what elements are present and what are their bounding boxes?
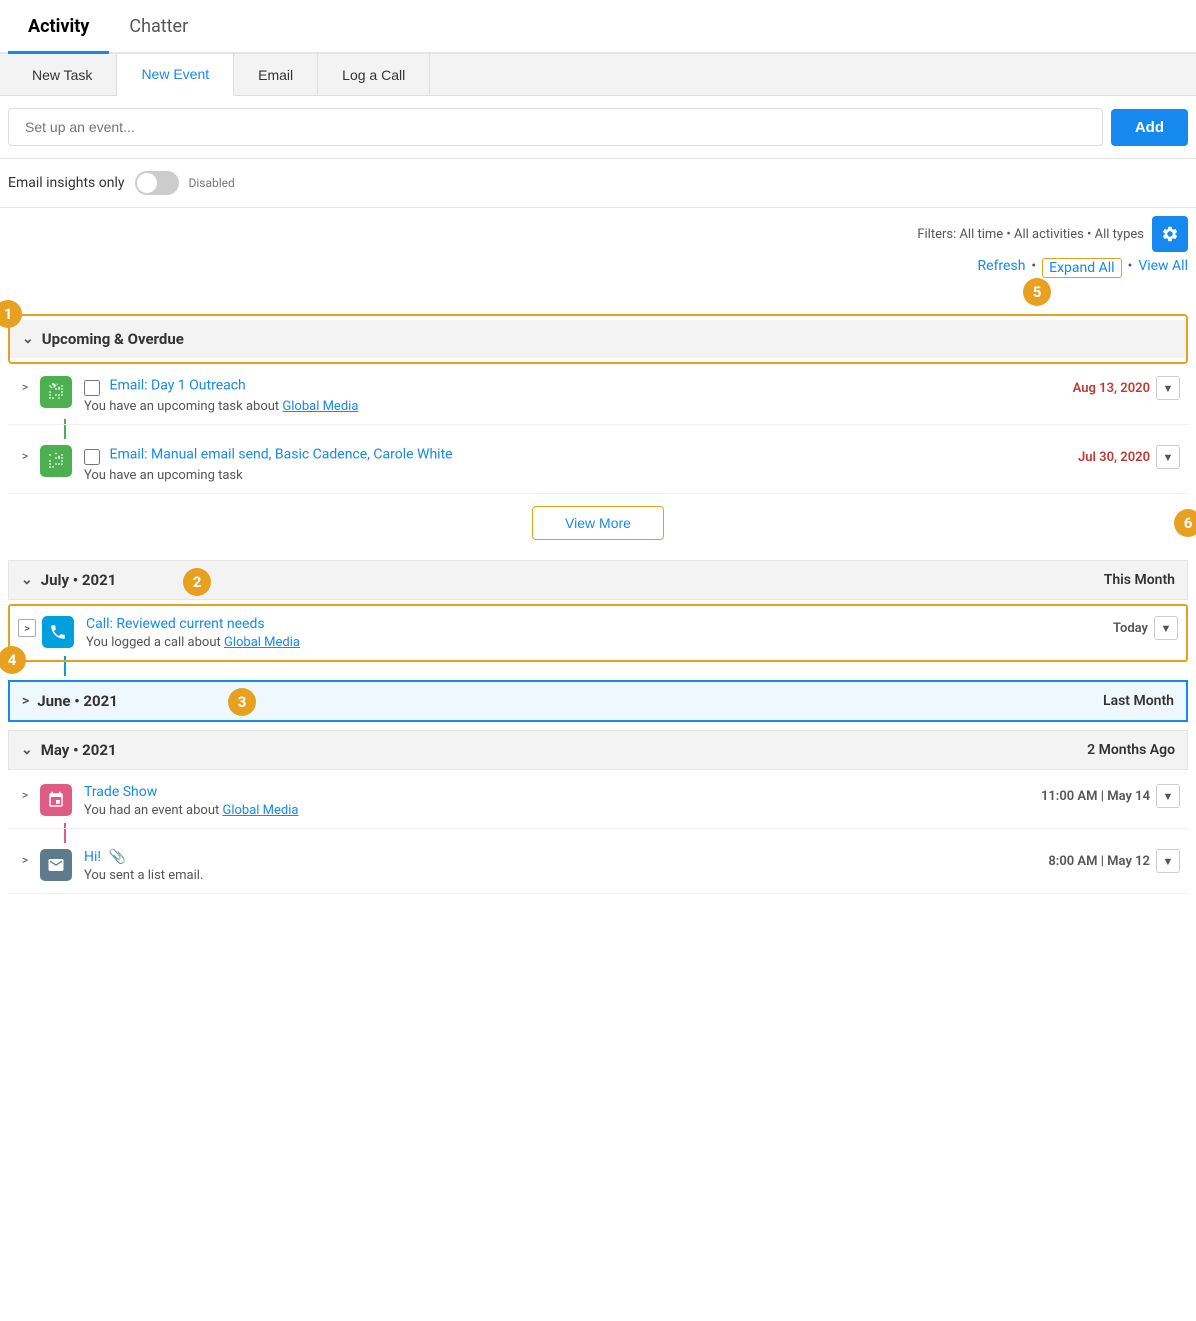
item-title-call[interactable]: Call: Reviewed current needs xyxy=(86,616,265,632)
global-media-link-tradeshow[interactable]: Global Media xyxy=(222,803,298,818)
dropdown-arrow-call[interactable]: ▼ xyxy=(1154,616,1178,640)
tab-chatter[interactable]: Chatter xyxy=(109,0,208,54)
view-all-link[interactable]: View All xyxy=(1138,258,1188,278)
action-tab-new-event[interactable]: New Event xyxy=(117,54,234,96)
item-date-tradeshow: 11:00 AM | May 14 xyxy=(1041,789,1150,804)
item-expand-hi[interactable]: > xyxy=(16,851,34,869)
toggle-row: Email insights only Disabled xyxy=(0,159,1196,208)
tab-activity[interactable]: Activity xyxy=(8,0,109,54)
annotation-5: 5 xyxy=(1023,278,1051,306)
item-desc-1: You have an upcoming task about Global M… xyxy=(84,399,1073,414)
upcoming-section-header[interactable]: ⌄ Upcoming & Overdue xyxy=(10,320,1186,358)
search-row: Add xyxy=(0,96,1196,159)
action-tab-log-call[interactable]: Log a Call xyxy=(318,54,430,95)
activity-item-email-manual: > Email: Manual email send, Basic Cadenc… xyxy=(8,435,1188,494)
refresh-link[interactable]: Refresh xyxy=(978,258,1026,278)
item-desc-call: You logged a call about Global Media xyxy=(86,635,1113,650)
item-expand-tradeshow[interactable]: > xyxy=(16,786,34,804)
event-icon-tradeshow xyxy=(40,784,72,816)
action-tab-new-task[interactable]: New Task xyxy=(8,54,117,95)
item-title-hi[interactable]: Hi! xyxy=(84,849,101,865)
item-title-email-manual[interactable]: Email: Manual email send, Basic Cadence,… xyxy=(109,447,452,463)
activity-item-hi: > Hi! 📎 You sent a list email. 8:00 AM |… xyxy=(8,839,1188,894)
filters-text: Filters: All time • All activities • All… xyxy=(917,227,1144,242)
task-icon-2 xyxy=(40,445,72,477)
filters-row: Filters: All time • All activities • All… xyxy=(0,208,1196,256)
actions-row: Refresh • Expand All • View All 5 xyxy=(0,256,1196,286)
expand-all-link[interactable]: Expand All xyxy=(1042,258,1121,278)
add-button[interactable]: Add xyxy=(1111,109,1188,146)
july-section-header[interactable]: ⌄ July • 2021 This Month xyxy=(8,560,1188,600)
item-desc-hi: You sent a list email. xyxy=(84,868,1048,883)
task-checkbox-2[interactable] xyxy=(84,449,100,465)
may-section-right: 2 Months Ago xyxy=(1087,742,1175,758)
global-media-link-1[interactable]: Global Media xyxy=(282,399,358,414)
item-date-1: Aug 13, 2020 xyxy=(1073,381,1150,396)
task-icon xyxy=(40,376,72,408)
june-section-label: June • 2021 xyxy=(37,692,118,710)
item-desc-tradeshow: You had an event about Global Media xyxy=(84,803,1041,818)
toggle-label: Email insights only xyxy=(8,175,125,191)
gear-button[interactable] xyxy=(1152,216,1188,252)
item-title-email-day1[interactable]: Email: Day 1 Outreach xyxy=(109,378,245,394)
july-section-right: This Month xyxy=(1104,572,1175,588)
dropdown-arrow-tradeshow[interactable]: ▼ xyxy=(1156,784,1180,808)
may-section-label: May • 2021 xyxy=(41,741,117,759)
june-section-right: Last Month xyxy=(1103,693,1174,709)
item-date-call: Today xyxy=(1113,621,1148,636)
view-more-button[interactable]: View More xyxy=(532,506,664,540)
chevron-down-icon-may: ⌄ xyxy=(21,742,33,758)
attachment-icon: 📎 xyxy=(109,849,126,865)
action-tabs: New Task New Event Email Log a Call xyxy=(0,54,1196,96)
action-tab-email[interactable]: Email xyxy=(234,54,318,95)
item-date-hi: 8:00 AM | May 12 xyxy=(1048,854,1150,869)
dot-1: • xyxy=(1031,258,1036,278)
dot-2: • xyxy=(1128,258,1133,278)
june-section-header[interactable]: > June • 2021 Last Month xyxy=(8,680,1188,722)
chevron-down-icon-july: ⌄ xyxy=(21,572,33,588)
email-insights-toggle[interactable] xyxy=(135,171,179,195)
task-checkbox-1[interactable] xyxy=(84,380,100,396)
activity-item-call: > Call: Reviewed current needs You logge… xyxy=(8,604,1188,662)
dropdown-arrow-2[interactable]: ▼ xyxy=(1156,445,1180,469)
event-search-input[interactable] xyxy=(8,108,1103,146)
gear-icon xyxy=(1161,225,1179,243)
item-expand-box-call[interactable]: > xyxy=(18,619,36,637)
toggle-status: Disabled xyxy=(189,176,235,190)
upcoming-overdue-section: ⌄ Upcoming & Overdue xyxy=(8,314,1188,364)
july-section-label: July • 2021 xyxy=(41,571,117,589)
view-more-row: View More 6 xyxy=(8,494,1188,552)
dropdown-arrow-hi[interactable]: ▼ xyxy=(1156,849,1180,873)
activity-item-email-day1: > Email: Day 1 Outreach You have an upco… xyxy=(8,366,1188,425)
global-media-link-call[interactable]: Global Media xyxy=(224,635,300,650)
item-expand-chevron-2[interactable]: > xyxy=(16,447,34,465)
annotation-6: 6 xyxy=(1174,509,1196,537)
dropdown-arrow-1[interactable]: ▼ xyxy=(1156,376,1180,400)
may-section-header[interactable]: ⌄ May • 2021 2 Months Ago xyxy=(8,730,1188,770)
upcoming-section-label: Upcoming & Overdue xyxy=(42,330,184,348)
chevron-right-icon-june: > xyxy=(22,693,29,709)
call-icon xyxy=(42,616,74,648)
item-expand-chevron[interactable]: > xyxy=(16,378,34,396)
item-date-2: Jul 30, 2020 xyxy=(1078,450,1150,465)
activity-item-trade-show: > Trade Show You had an event about Glob… xyxy=(8,774,1188,829)
chevron-down-icon: ⌄ xyxy=(22,331,34,347)
email-icon-hi xyxy=(40,849,72,881)
tab-bar: Activity Chatter xyxy=(0,0,1196,54)
item-title-tradeshow[interactable]: Trade Show xyxy=(84,784,157,800)
item-desc-2: You have an upcoming task xyxy=(84,468,1078,483)
